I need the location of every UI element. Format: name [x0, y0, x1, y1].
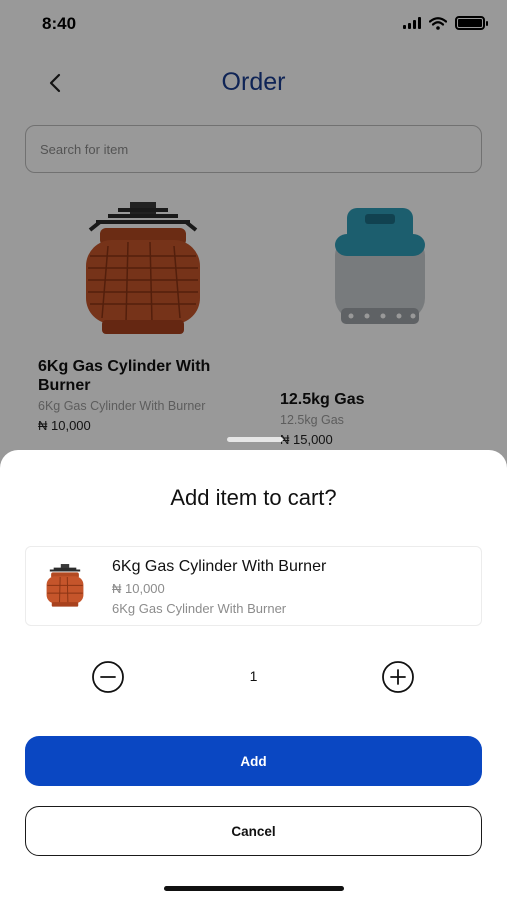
- add-to-cart-sheet: Add item to cart? 6Kg Gas Cylinder With …: [0, 450, 507, 900]
- sheet-title: Add item to cart?: [170, 485, 337, 510]
- plus-circle-icon: [382, 661, 414, 693]
- item-name: 6Kg Gas Cylinder With Burner: [112, 558, 327, 575]
- quantity-value: 1: [249, 668, 258, 684]
- cancel-button[interactable]: Cancel: [25, 806, 482, 856]
- item-description: 6Kg Gas Cylinder With Burner: [112, 601, 287, 616]
- cart-item-summary: 6Kg Gas Cylinder With Burner ₦ 10,000 6K…: [25, 546, 482, 626]
- increase-quantity-button[interactable]: [381, 660, 415, 694]
- add-button[interactable]: Add: [25, 736, 482, 786]
- item-thumbnail: [42, 557, 88, 615]
- order-screen: 8:40 Order Search for item 6Kg Gas Cylin…: [0, 0, 507, 900]
- sheet-drag-handle[interactable]: [227, 437, 283, 442]
- home-indicator: [164, 886, 344, 891]
- quantity-stepper: 1: [0, 660, 507, 694]
- item-price: ₦ 10,000: [112, 581, 165, 596]
